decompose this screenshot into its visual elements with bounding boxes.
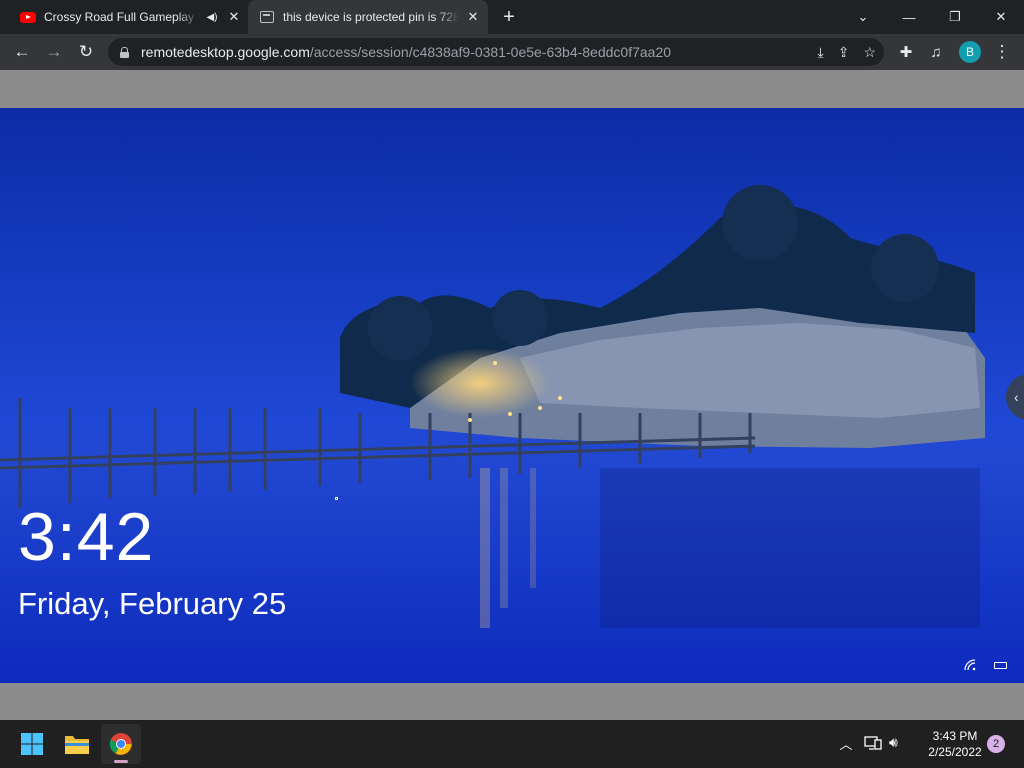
minimize-button[interactable]: — [886, 0, 932, 34]
close-tab-icon[interactable]: ✕ [465, 9, 481, 25]
system-clock[interactable]: 3:43 PM 2/25/2022 [915, 728, 995, 760]
browser-toolbar: ← → ↻ remotedesktop.google.com/access/se… [0, 34, 1024, 70]
forward-button[interactable]: → [40, 38, 68, 66]
tab-strip: Crossy Road Full Gameplay W ◀) ✕ this de… [0, 0, 1024, 34]
taskbar: ︿ 🔊︎ 3:43 PM 2/25/2022 2 [0, 720, 1024, 768]
lock-screen-time: 3:42 [18, 499, 155, 575]
remote-lock-screen[interactable]: 3:42 Friday, February 25 ‹ [0, 108, 1024, 683]
close-window-button[interactable]: ✕ [978, 0, 1024, 34]
tab-remote-desktop[interactable]: this device is protected pin is 728 ✕ [248, 0, 488, 34]
wifi-icon [964, 659, 976, 671]
show-hidden-icons-chevron-icon[interactable]: ︿ [836, 734, 856, 754]
reload-button[interactable]: ↻ [72, 38, 100, 66]
battery-icon [994, 662, 1007, 669]
windows-logo-icon [21, 733, 43, 755]
start-button[interactable] [12, 724, 52, 764]
new-tab-button[interactable]: + [498, 6, 520, 28]
tab-title: Crossy Road Full Gameplay W [44, 10, 200, 24]
network-icon[interactable] [864, 734, 882, 752]
tab-crossy-road[interactable]: Crossy Road Full Gameplay W ◀) ✕ [8, 0, 246, 34]
chrome-taskbar-button[interactable] [101, 724, 141, 764]
back-button[interactable]: ← [8, 38, 36, 66]
file-explorer-button[interactable] [57, 724, 97, 764]
url-host: remotedesktop.google.com [141, 44, 310, 60]
address-bar[interactable]: remotedesktop.google.com/access/session/… [108, 38, 884, 66]
running-indicator [114, 760, 128, 763]
volume-icon[interactable]: 🔊︎ [889, 734, 898, 751]
speaker-icon[interactable]: ◀) [204, 12, 220, 23]
remote-session-viewport: 3:42 Friday, February 25 ‹ [0, 70, 1024, 720]
url-path: /access/session/c4838af9-0381-0e5e-63b4-… [309, 44, 672, 60]
clock-date: 2/25/2022 [928, 745, 982, 759]
close-tab-icon[interactable]: ✕ [226, 9, 242, 25]
chrome-icon [109, 733, 132, 755]
tab-title: this device is protected pin is 728 [283, 10, 459, 24]
youtube-icon [20, 11, 36, 23]
media-control-icon[interactable]: ♫ [922, 38, 950, 66]
notification-badge[interactable]: 2 [987, 735, 1005, 753]
page-icon [260, 11, 274, 23]
folder-icon [65, 736, 89, 754]
profile-avatar[interactable]: B [959, 41, 981, 63]
lock-icon[interactable] [120, 46, 129, 58]
remote-cursor [335, 497, 338, 500]
tab-search-icon[interactable]: ⌄ [840, 0, 886, 34]
install-app-icon[interactable]: ⤓ [818, 44, 824, 61]
restore-button[interactable]: ❐ [932, 0, 978, 34]
share-icon[interactable]: ⇪ [838, 44, 850, 61]
url-text[interactable]: remotedesktop.google.com/access/session/… [141, 44, 671, 60]
lock-screen-date: Friday, February 25 [18, 586, 287, 621]
omnibox-actions: ⤓ ⇪ ☆ [818, 38, 877, 66]
bookmark-star-icon[interactable]: ☆ [863, 44, 876, 61]
clock-time: 3:43 PM [932, 729, 978, 743]
menu-kebab-icon[interactable]: ⋮ [988, 38, 1016, 66]
extensions-icon[interactable]: ✚ [892, 38, 920, 66]
